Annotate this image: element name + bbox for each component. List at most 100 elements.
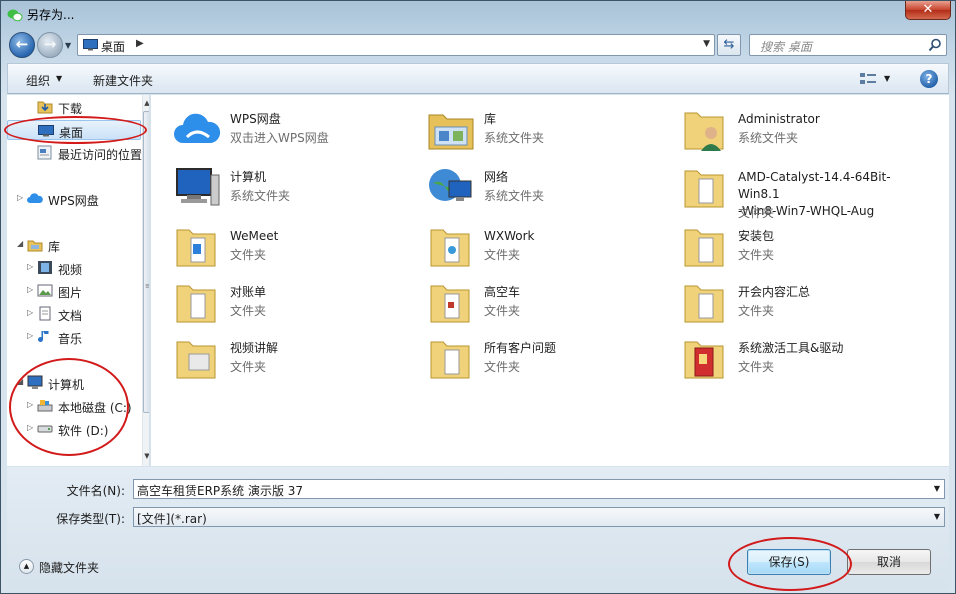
forward-button[interactable]: → <box>37 32 63 58</box>
file-item-wxwork[interactable]: WXWork 文件夹 <box>427 222 677 274</box>
expand-arrow-icon[interactable]: ▷ <box>27 400 33 409</box>
nav-item-recent-places[interactable]: 最近访问的位置 <box>7 143 142 163</box>
file-type: 文件夹 <box>738 206 775 220</box>
organize-button[interactable]: 组织 <box>26 72 50 89</box>
grip-icon: ≡ <box>145 282 149 290</box>
file-item-wemeet[interactable]: WeMeet 文件夹 <box>173 222 423 274</box>
close-button[interactable]: ✕ <box>905 1 951 20</box>
file-type: 系统文件夹 <box>230 189 291 203</box>
expand-arrow-icon[interactable]: ▷ <box>17 193 23 202</box>
search-input[interactable]: 搜索 桌面 <box>749 34 947 56</box>
file-type: 系统文件夹 <box>484 189 545 203</box>
chevron-down-icon[interactable]: ▼ <box>56 74 62 83</box>
expand-arrow-icon[interactable]: ▷ <box>27 331 33 340</box>
scroll-up-icon[interactable]: ▲ <box>143 99 149 107</box>
address-bar[interactable]: 桌面 ▶ ▼ <box>77 34 715 56</box>
command-bar: 组织 ▼ 新建文件夹 ▼ ? <box>7 63 949 94</box>
help-button[interactable]: ? <box>920 70 938 88</box>
file-item-administrator[interactable]: Administrator 系统文件夹 <box>681 105 931 157</box>
expand-arrow-icon[interactable]: ▷ <box>27 262 33 271</box>
nav-label: 库 <box>48 240 61 254</box>
nav-scrollbar[interactable]: ▲ ≡ ▼ <box>142 95 149 466</box>
refresh-icon: ⇆ <box>723 37 735 52</box>
chevron-down-icon[interactable]: ▼ <box>934 484 940 493</box>
file-item-network[interactable]: 网络 系统文件夹 <box>427 163 677 215</box>
nav-item-pictures[interactable]: ▷ 图片 <box>7 281 141 301</box>
file-type: 文件夹 <box>484 304 521 318</box>
folder-icon <box>176 285 216 323</box>
nav-item-computer[interactable]: ◢ 计算机 <box>7 373 141 393</box>
file-name: 高空车 <box>484 285 521 299</box>
file-name: WeMeet <box>230 229 279 243</box>
expand-arrow-icon[interactable]: ▷ <box>27 285 33 294</box>
refresh-button[interactable]: ⇆ <box>717 34 741 56</box>
file-item-amd-catalyst[interactable]: AMD-Catalyst-14.4-64Bit-Win8.1 -Win8-Win7… <box>681 163 931 223</box>
file-name: Administrator <box>738 112 820 126</box>
filetype-select[interactable]: [文件](*.rar) ▼ <box>133 507 945 527</box>
file-item-activation-tools[interactable]: 系统激活工具&驱动 文件夹 <box>681 334 931 386</box>
file-item-customer-issues[interactable]: 所有客户问题 文件夹 <box>427 334 677 386</box>
drive-icon <box>37 425 53 433</box>
library-icon <box>27 240 43 252</box>
file-name: 网络 <box>484 170 509 184</box>
filename-value: 高空车租赁ERP系统 演示版 37 <box>137 484 304 498</box>
scroll-down-icon[interactable]: ▼ <box>143 452 149 460</box>
back-button[interactable]: ← <box>9 32 35 58</box>
video-icon <box>38 261 52 274</box>
address-dropdown-icon[interactable]: ▼ <box>703 39 710 49</box>
search-placeholder: 搜索 桌面 <box>760 40 812 54</box>
navigation-pane: 下载 桌面 最近访问的位置 ▷ WPS网盘 ◢ 库 ▷ 视频 ▷ 图片 ▷ 文档… <box>7 95 150 466</box>
search-icon[interactable] <box>928 38 942 52</box>
file-item-statements[interactable]: 对账单 文件夹 <box>173 278 423 330</box>
folder-icon <box>684 170 724 208</box>
file-item-computer[interactable]: 计算机 系统文件夹 <box>173 163 423 215</box>
file-item-aerial-vehicle[interactable]: 高空车 文件夹 <box>427 278 677 330</box>
computer-icon <box>27 375 43 389</box>
breadcrumb-chevron-icon[interactable]: ▶ <box>136 38 144 49</box>
folder-icon <box>430 229 470 267</box>
expand-arrow-icon[interactable]: ▷ <box>27 308 33 317</box>
cloud-icon <box>27 193 43 203</box>
forward-arrow-icon: → <box>43 35 57 53</box>
new-folder-button[interactable]: 新建文件夹 <box>93 72 153 89</box>
filename-field[interactable]: 高空车租赁ERP系统 演示版 37 ▼ <box>133 479 945 499</box>
recent-pages-dropdown[interactable]: ▼ <box>65 41 71 50</box>
nav-item-documents[interactable]: ▷ 文档 <box>7 304 141 324</box>
file-item-meeting-summary[interactable]: 开会内容汇总 文件夹 <box>681 278 931 330</box>
chevron-down-icon[interactable]: ▼ <box>934 512 940 521</box>
cancel-button[interactable]: 取消 <box>847 549 931 575</box>
title-bar: 另存为... ✕ <box>1 1 955 29</box>
chevron-down-icon[interactable]: ▼ <box>884 74 890 83</box>
downloads-icon <box>37 101 53 114</box>
nav-item-wps-cloud[interactable]: ▷ WPS网盘 <box>7 189 141 209</box>
nav-item-library[interactable]: ◢ 库 <box>7 235 141 255</box>
nav-label: 视频 <box>58 263 83 277</box>
save-button[interactable]: 保存(S) <box>747 549 831 575</box>
file-item-library[interactable]: 库 系统文件夹 <box>427 105 677 157</box>
expand-arrow-icon[interactable]: ▷ <box>27 423 33 432</box>
file-item-installers[interactable]: 安装包 文件夹 <box>681 222 931 274</box>
file-name: WPS网盘 <box>230 112 281 126</box>
nav-item-drive-d[interactable]: ▷ 软件 (D:) <box>7 419 141 439</box>
nav-label: 文档 <box>58 309 83 323</box>
nav-label: 桌面 <box>59 126 84 140</box>
nav-label: 音乐 <box>58 332 83 346</box>
nav-item-local-disk-c[interactable]: ▷ 本地磁盘 (C:) <box>7 396 141 416</box>
file-item-video-tutorials[interactable]: 视频讲解 文件夹 <box>173 334 423 386</box>
collapse-arrow-icon[interactable]: ◢ <box>17 239 23 248</box>
file-type: 双击进入WPS网盘 <box>230 131 329 145</box>
nav-label: WPS网盘 <box>48 194 99 208</box>
collapse-arrow-icon[interactable]: ◢ <box>17 377 23 386</box>
nav-item-downloads[interactable]: 下载 <box>7 97 141 117</box>
nav-item-desktop[interactable]: 桌面 <box>7 120 141 140</box>
file-item-wps-cloud[interactable]: WPS网盘 双击进入WPS网盘 <box>173 105 423 157</box>
folder-icon <box>176 341 216 379</box>
nav-label: 下载 <box>58 102 83 116</box>
nav-item-videos[interactable]: ▷ 视频 <box>7 258 141 278</box>
folder-icon <box>684 341 724 379</box>
view-options-icon[interactable] <box>860 72 876 86</box>
file-type: 文件夹 <box>738 248 775 262</box>
scrollbar-thumb[interactable]: ≡ <box>143 111 149 413</box>
file-name: 计算机 <box>230 170 267 184</box>
nav-item-music[interactable]: ▷ 音乐 <box>7 327 141 347</box>
